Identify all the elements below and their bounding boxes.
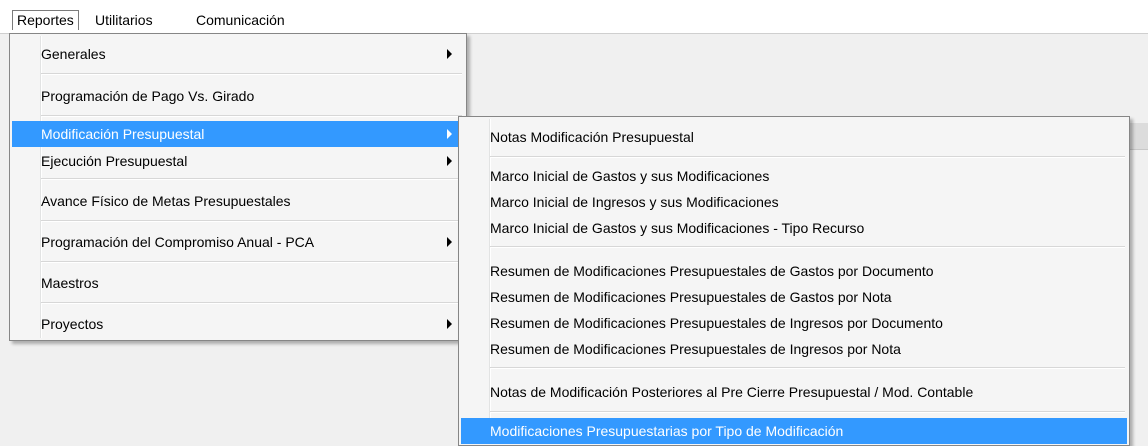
menu-separator <box>490 367 1125 369</box>
menu-separator <box>490 411 1125 413</box>
menu-item-label: Programación de Pago Vs. Girado <box>41 88 255 104</box>
menu-separator <box>41 220 462 222</box>
menu-separator <box>41 261 462 263</box>
submenu-item-resumen-gastos-documento[interactable]: Resumen de Modificaciones Presupuestales… <box>461 258 1127 284</box>
menu-item-label: Modificaciones Presupuestarias por Tipo … <box>490 423 844 439</box>
menu-item-label: Resumen de Modificaciones Presupuestales… <box>490 315 943 331</box>
submenu-arrow-icon <box>447 156 452 166</box>
menu-item-label: Generales <box>41 46 106 62</box>
menu-item-label: Avance Físico de Metas Presupuestales <box>41 193 291 209</box>
modificacion-submenu: Notas Modificación Presupuestal Marco In… <box>458 116 1130 446</box>
menu-separator <box>41 302 462 304</box>
menu-separator <box>41 178 462 180</box>
submenu-arrow-icon <box>447 129 452 139</box>
menu-item-label: Notas de Modificación Posteriores al Pre… <box>490 384 974 400</box>
menu-bar: Reportes Utilitarios Comunicación <box>0 0 1148 34</box>
submenu-arrow-icon <box>447 49 452 59</box>
submenu-arrow-icon <box>447 319 452 329</box>
menu-item-label: Resumen de Modificaciones Presupuestales… <box>490 289 892 305</box>
submenu-item-resumen-ingresos-nota[interactable]: Resumen de Modificaciones Presupuestales… <box>461 336 1127 362</box>
submenu-item-marco-inicial-gastos[interactable]: Marco Inicial de Gastos y sus Modificaci… <box>461 163 1127 189</box>
menu-item-label: Notas Modificación Presupuestal <box>490 129 694 145</box>
reportes-menu: Generales Programación de Pago Vs. Girad… <box>9 33 467 341</box>
menu-item-label: Marco Inicial de Gastos y sus Modificaci… <box>490 220 865 236</box>
submenu-arrow-icon <box>447 237 452 247</box>
submenu-item-notas-modificacion[interactable]: Notas Modificación Presupuestal <box>461 123 1127 151</box>
menu-item-avance-fisico[interactable]: Avance Físico de Metas Presupuestales <box>12 187 464 215</box>
menu-item-ejecucion-presupuestal[interactable]: Ejecución Presupuestal <box>12 148 464 174</box>
menu-item-label: Ejecución Presupuestal <box>41 153 188 169</box>
menu-item-label: Modificación Presupuestal <box>41 126 205 142</box>
submenu-item-notas-posteriores-pre-cierre[interactable]: Notas de Modificación Posteriores al Pre… <box>461 378 1127 406</box>
menu-item-programacion-compromiso[interactable]: Programación del Compromiso Anual - PCA <box>12 228 464 256</box>
menu-item-label: Marco Inicial de Ingresos y sus Modifica… <box>490 194 779 210</box>
menu-item-programacion-pago[interactable]: Programación de Pago Vs. Girado <box>12 82 464 110</box>
menu-item-generales[interactable]: Generales <box>12 40 464 68</box>
submenu-item-marco-inicial-ingresos[interactable]: Marco Inicial de Ingresos y sus Modifica… <box>461 189 1127 215</box>
menu-item-label: Resumen de Modificaciones Presupuestales… <box>490 341 901 357</box>
submenu-item-resumen-gastos-nota[interactable]: Resumen de Modificaciones Presupuestales… <box>461 284 1127 310</box>
menu-item-proyectos[interactable]: Proyectos <box>12 310 464 338</box>
menu-item-label: Programación del Compromiso Anual - PCA <box>41 234 315 250</box>
menu-separator <box>490 156 1125 158</box>
menu-reportes[interactable]: Reportes <box>12 10 79 30</box>
menu-separator <box>490 246 1125 248</box>
submenu-item-marco-inicial-gastos-tipo-recurso[interactable]: Marco Inicial de Gastos y sus Modificaci… <box>461 215 1127 241</box>
submenu-item-resumen-ingresos-documento[interactable]: Resumen de Modificaciones Presupuestales… <box>461 310 1127 336</box>
menu-item-label: Maestros <box>41 275 99 291</box>
submenu-item-modificaciones-por-tipo[interactable]: Modificaciones Presupuestarias por Tipo … <box>461 418 1127 444</box>
menu-item-label: Marco Inicial de Gastos y sus Modificaci… <box>490 168 770 184</box>
menu-item-label: Resumen de Modificaciones Presupuestales… <box>490 263 934 279</box>
menu-separator <box>41 115 462 117</box>
menu-utilitarios[interactable]: Utilitarios <box>91 10 157 30</box>
menu-comunicacion[interactable]: Comunicación <box>192 10 289 30</box>
menu-separator <box>41 73 462 75</box>
menu-item-label: Proyectos <box>41 316 104 332</box>
menu-item-maestros[interactable]: Maestros <box>12 269 464 297</box>
menu-item-modificacion-presupuestal[interactable]: Modificación Presupuestal <box>12 121 464 147</box>
